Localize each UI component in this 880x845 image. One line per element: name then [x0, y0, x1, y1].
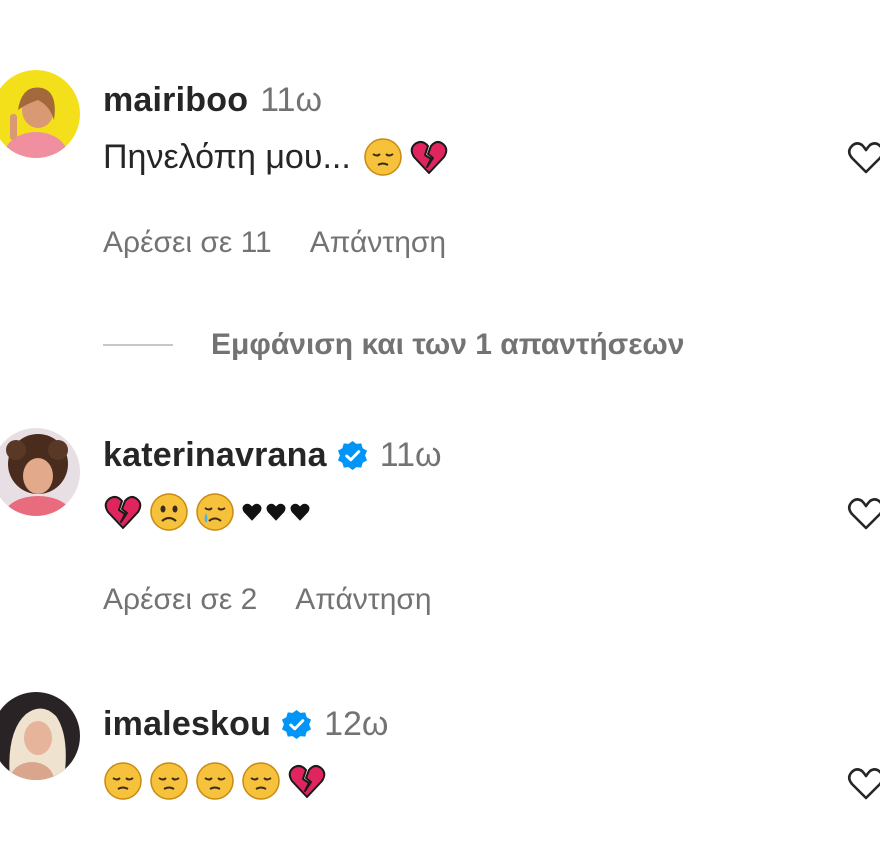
comment-actions: Αρέσει σε 11 Απάντηση [103, 226, 446, 260]
heart-outline-icon[interactable] [846, 138, 880, 178]
heart-outline-icon[interactable] [846, 494, 880, 534]
comment-time: 11ω [379, 435, 442, 474]
comment-time: 12ω [324, 704, 389, 743]
avatar[interactable] [0, 428, 80, 516]
black-heart-emoji [290, 503, 310, 521]
pensive-face-emoji [150, 762, 188, 800]
comment-text [103, 758, 333, 804]
avatar[interactable] [0, 692, 80, 780]
broken-heart-emoji [104, 495, 142, 529]
view-replies-button[interactable]: Εμφάνιση και των 1 απαντήσεων [103, 328, 684, 362]
likes-count-link[interactable]: Αρέσει σε 2 [103, 583, 257, 617]
black-heart-emoji [266, 503, 286, 521]
comment-text: Πηνελόπη μου... [103, 134, 455, 180]
username[interactable]: katerinavrana [103, 436, 327, 475]
comment-text-content: Πηνελόπη μου... [103, 137, 351, 176]
reply-button[interactable]: Απάντηση [310, 226, 446, 260]
reply-button[interactable]: Απάντηση [295, 583, 431, 617]
verified-badge-icon [282, 709, 312, 739]
comment-text [103, 489, 313, 535]
view-replies-label: Εμφάνιση και των 1 απαντήσεων [211, 328, 685, 361]
verified-badge-icon [337, 440, 367, 470]
frowning-face-emoji [150, 493, 188, 531]
pensive-face-emoji [196, 762, 234, 800]
black-heart-emoji [242, 503, 262, 521]
broken-heart-emoji [410, 140, 448, 174]
comment-actions: Αρέσει σε 2 Απάντηση [103, 583, 432, 617]
username[interactable]: imaleskou [103, 705, 271, 744]
avatar[interactable] [0, 70, 80, 158]
crying-face-emoji [196, 493, 234, 531]
pensive-face-emoji [242, 762, 280, 800]
heart-outline-icon[interactable] [846, 764, 880, 804]
username[interactable]: mairiboo [103, 81, 248, 120]
replies-divider [103, 344, 173, 346]
likes-count-link[interactable]: Αρέσει σε 11 [103, 226, 272, 260]
pensive-face-emoji [104, 762, 142, 800]
comment-time: 11ω [260, 80, 323, 119]
pensive-face-emoji [364, 138, 402, 176]
broken-heart-emoji [288, 764, 326, 798]
